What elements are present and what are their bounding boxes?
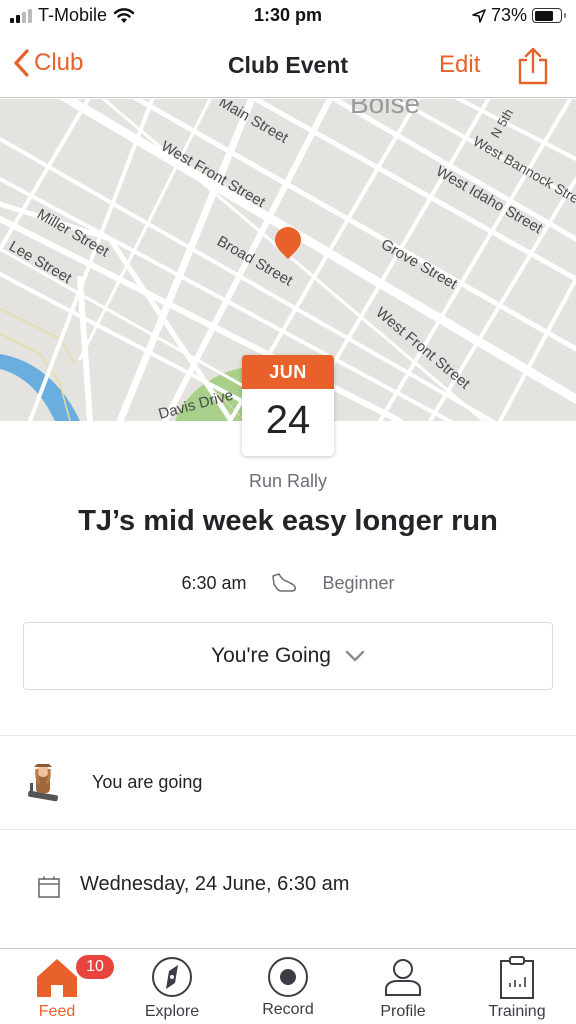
- page-title: Club Event: [227, 52, 349, 78]
- status-bar: T-Mobile 1:30 pm 73%: [0, 0, 576, 34]
- date-day: 24: [265, 398, 311, 442]
- tab-label: Feed: [38, 1003, 76, 1020]
- shoe-icon: [272, 573, 297, 592]
- battery-percent: 73%: [490, 5, 527, 25]
- tab-bar: 10 Feed Explore Record Profile Training: [0, 948, 576, 1024]
- back-label: Club: [34, 49, 84, 76]
- tab-profile[interactable]: Profile: [353, 949, 453, 1024]
- event-level: Beginner: [322, 572, 395, 593]
- tab-record[interactable]: Record: [238, 949, 338, 1024]
- share-icon[interactable]: [516, 46, 550, 86]
- edit-button[interactable]: Edit: [439, 51, 480, 79]
- map-street-label: Main Street: [216, 99, 292, 147]
- event-type: Run Rally: [248, 471, 328, 491]
- map-city-label: Boise: [350, 99, 420, 119]
- map-street-label: N 5th: [488, 106, 517, 140]
- calendar-icon: [38, 876, 60, 898]
- tab-training[interactable]: Training: [467, 949, 567, 1024]
- compass-icon: [152, 957, 192, 997]
- location-arrow-icon: [472, 8, 486, 23]
- location-pin-icon[interactable]: [275, 227, 301, 259]
- attendee-row[interactable]: You are going: [0, 737, 576, 829]
- tab-label: Explore: [144, 1003, 200, 1020]
- tab-label: Profile: [380, 1003, 426, 1020]
- event-title: TJ’s mid week easy longer run: [78, 505, 498, 537]
- home-icon: [37, 959, 77, 997]
- divider: [0, 735, 576, 736]
- tab-label: Record: [262, 1001, 314, 1018]
- battery-icon: [532, 8, 566, 23]
- divider: [0, 829, 576, 830]
- attendee-status: You are going: [92, 772, 203, 792]
- event-time: 6:30 am: [181, 572, 247, 593]
- clipboard-chart-icon: [500, 956, 534, 999]
- record-icon: [268, 957, 308, 997]
- tab-label: Training: [488, 1003, 546, 1020]
- tab-feed[interactable]: 10 Feed: [7, 949, 114, 1024]
- tab-explore[interactable]: Explore: [122, 949, 222, 1024]
- date-badge: JUN 24: [242, 355, 334, 456]
- avatar: [28, 764, 58, 802]
- back-button[interactable]: Club: [12, 48, 83, 78]
- map-street-label: Lee Street: [6, 238, 75, 288]
- chevron-down-icon: [345, 650, 365, 662]
- rsvp-button[interactable]: You're Going: [23, 622, 553, 690]
- status-right: 73%: [472, 5, 566, 26]
- rsvp-label: You're Going: [211, 644, 331, 667]
- person-icon: [385, 959, 421, 996]
- navigation-bar: Club Club Event Edit: [0, 34, 576, 98]
- battery-fill: [534, 10, 553, 21]
- schedule-datetime: Wednesday, 24 June, 6:30 am: [80, 873, 350, 895]
- schedule-row: Wednesday, 24 June, 6:30 am: [0, 831, 576, 947]
- date-month: JUN: [242, 355, 334, 389]
- notification-badge: 10: [76, 955, 114, 979]
- event-meta: 6:30 am Beginner: [0, 572, 576, 594]
- chevron-left-icon: [14, 49, 29, 77]
